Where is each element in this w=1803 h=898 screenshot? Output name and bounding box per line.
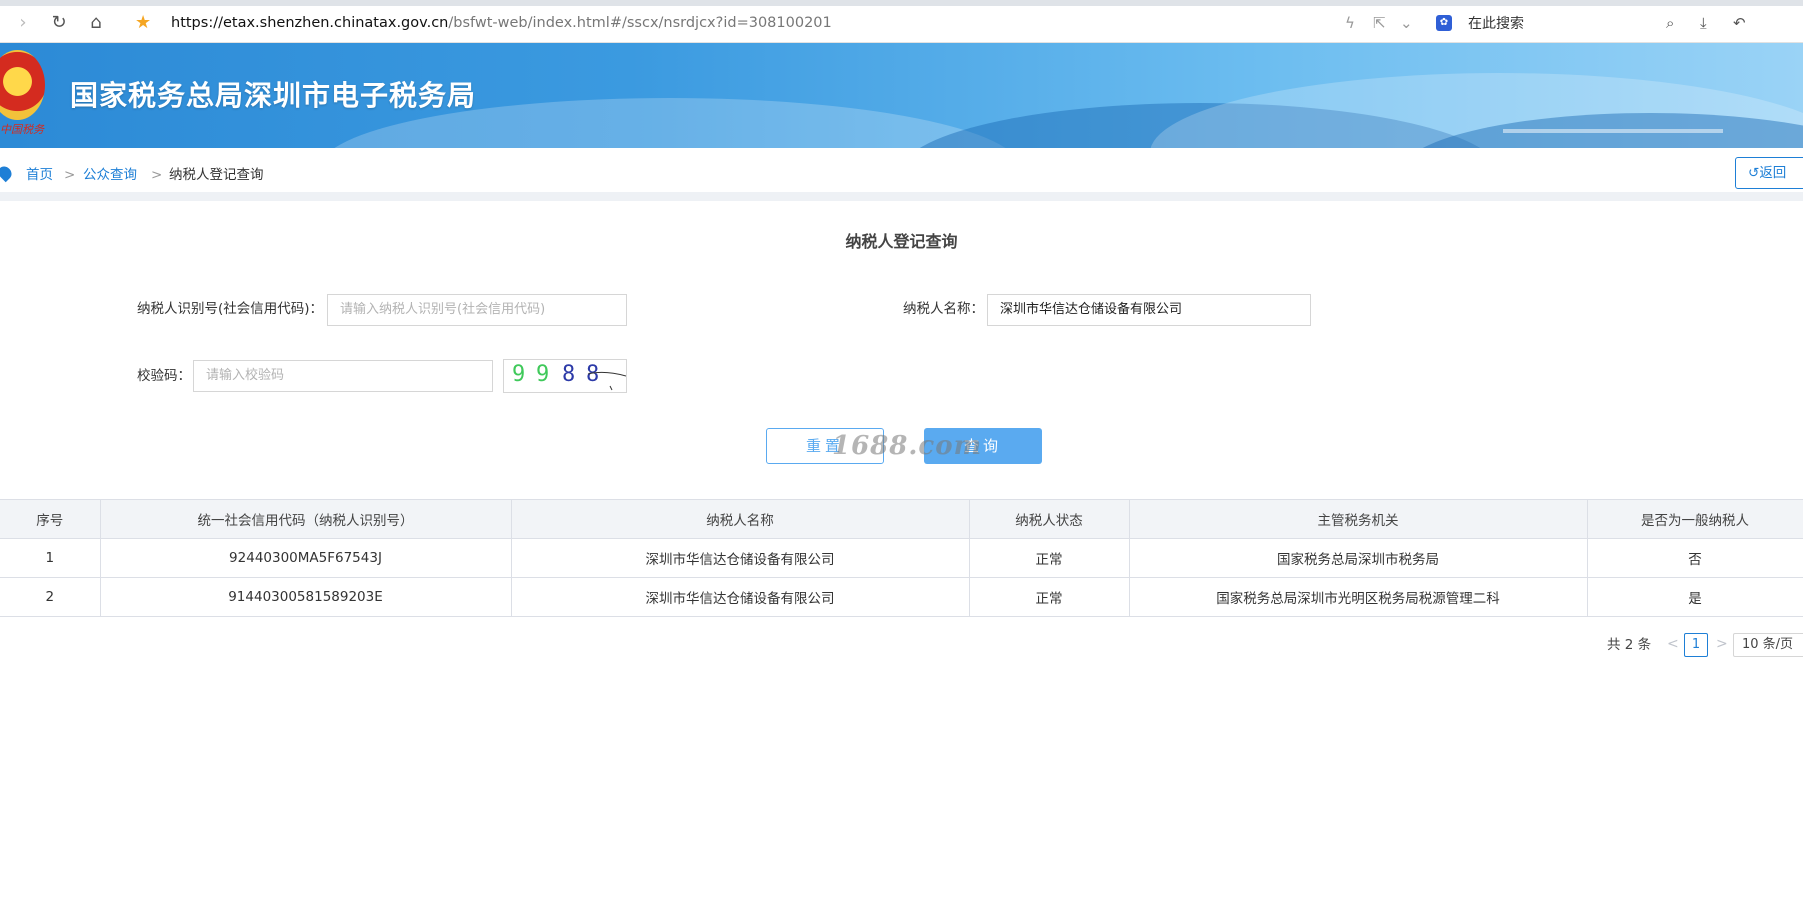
chevron-down-icon[interactable]: ⌄ — [1400, 12, 1413, 34]
pagination-total: 共 2 条 — [1607, 637, 1652, 653]
taxpayer-id-input[interactable]: 请输入纳税人识别号(社会信用代码) — [327, 294, 627, 326]
tab-strip — [0, 0, 1803, 6]
breadcrumb-current: 纳税人登记查询 — [169, 167, 264, 183]
breadcrumb-home[interactable]: 首页 — [26, 165, 53, 185]
address-bar[interactable]: https://etax.shenzhen.chinatax.gov.cn/bs… — [171, 13, 832, 33]
table-cell: 正常 — [968, 538, 1130, 578]
page-title: 纳税人登记查询 — [845, 232, 958, 251]
reload-icon[interactable]: ↻ — [48, 12, 70, 34]
column-header: 主管税务机关 — [1128, 499, 1588, 539]
table-row: 1 92440300MA5F67543J 深圳市华信达仓储设备有限公司 正常 国… — [0, 538, 1803, 578]
taxpayer-id-label: 纳税人识别号(社会信用代码)： — [137, 301, 324, 317]
results-table: 序号 统一社会信用代码（纳税人识别号） 纳税人名称 纳税人状态 主管税务机关 是… — [0, 499, 1803, 617]
captcha-label: 校验码： — [137, 368, 191, 384]
table-cell: 国家税务总局深圳市税务局 — [1128, 538, 1588, 578]
column-header: 统一社会信用代码（纳税人识别号） — [99, 499, 512, 539]
column-header: 是否为一般纳税人 — [1586, 499, 1803, 539]
column-header: 纳税人名称 — [510, 499, 970, 539]
share-icon[interactable]: ⇱ — [1373, 12, 1386, 34]
table-row: 2 91440300581589203E 深圳市华信达仓储设备有限公司 正常 国… — [0, 577, 1803, 617]
page-size-select[interactable]: 10 条/页 — [1733, 633, 1803, 657]
browser-toolbar: › ↻ ⌂ ★ https://etax.shenzhen.chinatax.g… — [0, 0, 1803, 43]
captcha-noise-line — [587, 371, 626, 391]
column-header: 序号 — [0, 499, 101, 539]
location-pin-icon — [0, 163, 15, 183]
watermark-text: 1688.com — [832, 431, 983, 461]
url-host: https://etax.shenzhen.chinatax.gov.cn — [171, 15, 449, 31]
lightning-icon[interactable]: ϟ — [1345, 12, 1355, 34]
table-cell: 91440300581589203E — [99, 577, 512, 617]
table-cell: 深圳市华信达仓储设备有限公司 — [510, 577, 970, 617]
download-icon[interactable]: ⤓ — [1700, 12, 1707, 34]
table-cell: 92440300MA5F67543J — [99, 538, 512, 578]
table-cell: 正常 — [968, 577, 1130, 617]
column-header: 纳税人状态 — [968, 499, 1130, 539]
great-wall-graphic — [1503, 63, 1723, 133]
table-cell: 否 — [1586, 538, 1803, 578]
breadcrumb-public-query[interactable]: 公众查询 — [83, 165, 137, 185]
search-icon[interactable]: ⌕ — [1666, 12, 1674, 34]
forward-icon[interactable]: › — [12, 12, 34, 34]
captcha-input[interactable]: 请输入校验码 — [193, 360, 493, 392]
taxpayer-name-input[interactable]: 深圳市华信达仓储设备有限公司 — [987, 294, 1311, 326]
emblem-text: 中国税务 — [0, 123, 44, 136]
table-header-row: 序号 统一社会信用代码（纳税人识别号） 纳税人名称 纳税人状态 主管税务机关 是… — [0, 499, 1803, 539]
taxpayer-name-label: 纳税人名称： — [903, 301, 984, 317]
table-cell: 深圳市华信达仓储设备有限公司 — [510, 538, 970, 578]
table-cell: 是 — [1586, 577, 1803, 617]
site-banner: 中国税务 国家税务总局深圳市电子税务局 — [0, 43, 1803, 148]
site-title: 国家税务总局深圳市电子税务局 — [70, 79, 477, 112]
home-icon[interactable]: ⌂ — [85, 12, 107, 34]
pagination-page-1[interactable]: 1 — [1684, 633, 1708, 657]
undo-icon[interactable]: ↶ — [1733, 12, 1746, 34]
back-button-label: 返回 — [1759, 165, 1787, 181]
pagination-next-icon[interactable]: > — [1716, 634, 1728, 654]
search-engine-icon[interactable]: ✿ — [1436, 15, 1452, 31]
breadcrumb-separator: > — [64, 167, 76, 183]
captcha-image[interactable]: 9 9 8 8 — [503, 359, 627, 393]
favorite-star-icon[interactable]: ★ — [135, 12, 151, 34]
table-cell: 2 — [0, 577, 101, 617]
browser-search-box[interactable]: 在此搜索 — [1468, 14, 1524, 34]
url-path: /bsfwt-web/index.html#/sscx/nsrdjcx?id=3… — [448, 15, 832, 31]
back-arrow-icon: ↺ — [1748, 165, 1760, 181]
pagination-prev-icon[interactable]: < — [1667, 634, 1679, 654]
table-cell: 国家税务总局深圳市光明区税务局税源管理二科 — [1128, 577, 1588, 617]
back-button[interactable]: ↺返回 — [1735, 157, 1803, 189]
tax-emblem-logo — [0, 50, 45, 120]
breadcrumb-separator: > — [151, 167, 163, 183]
table-cell: 1 — [0, 538, 101, 578]
breadcrumb: 首页 > 公众查询 > 纳税人登记查询 — [0, 148, 1803, 201]
